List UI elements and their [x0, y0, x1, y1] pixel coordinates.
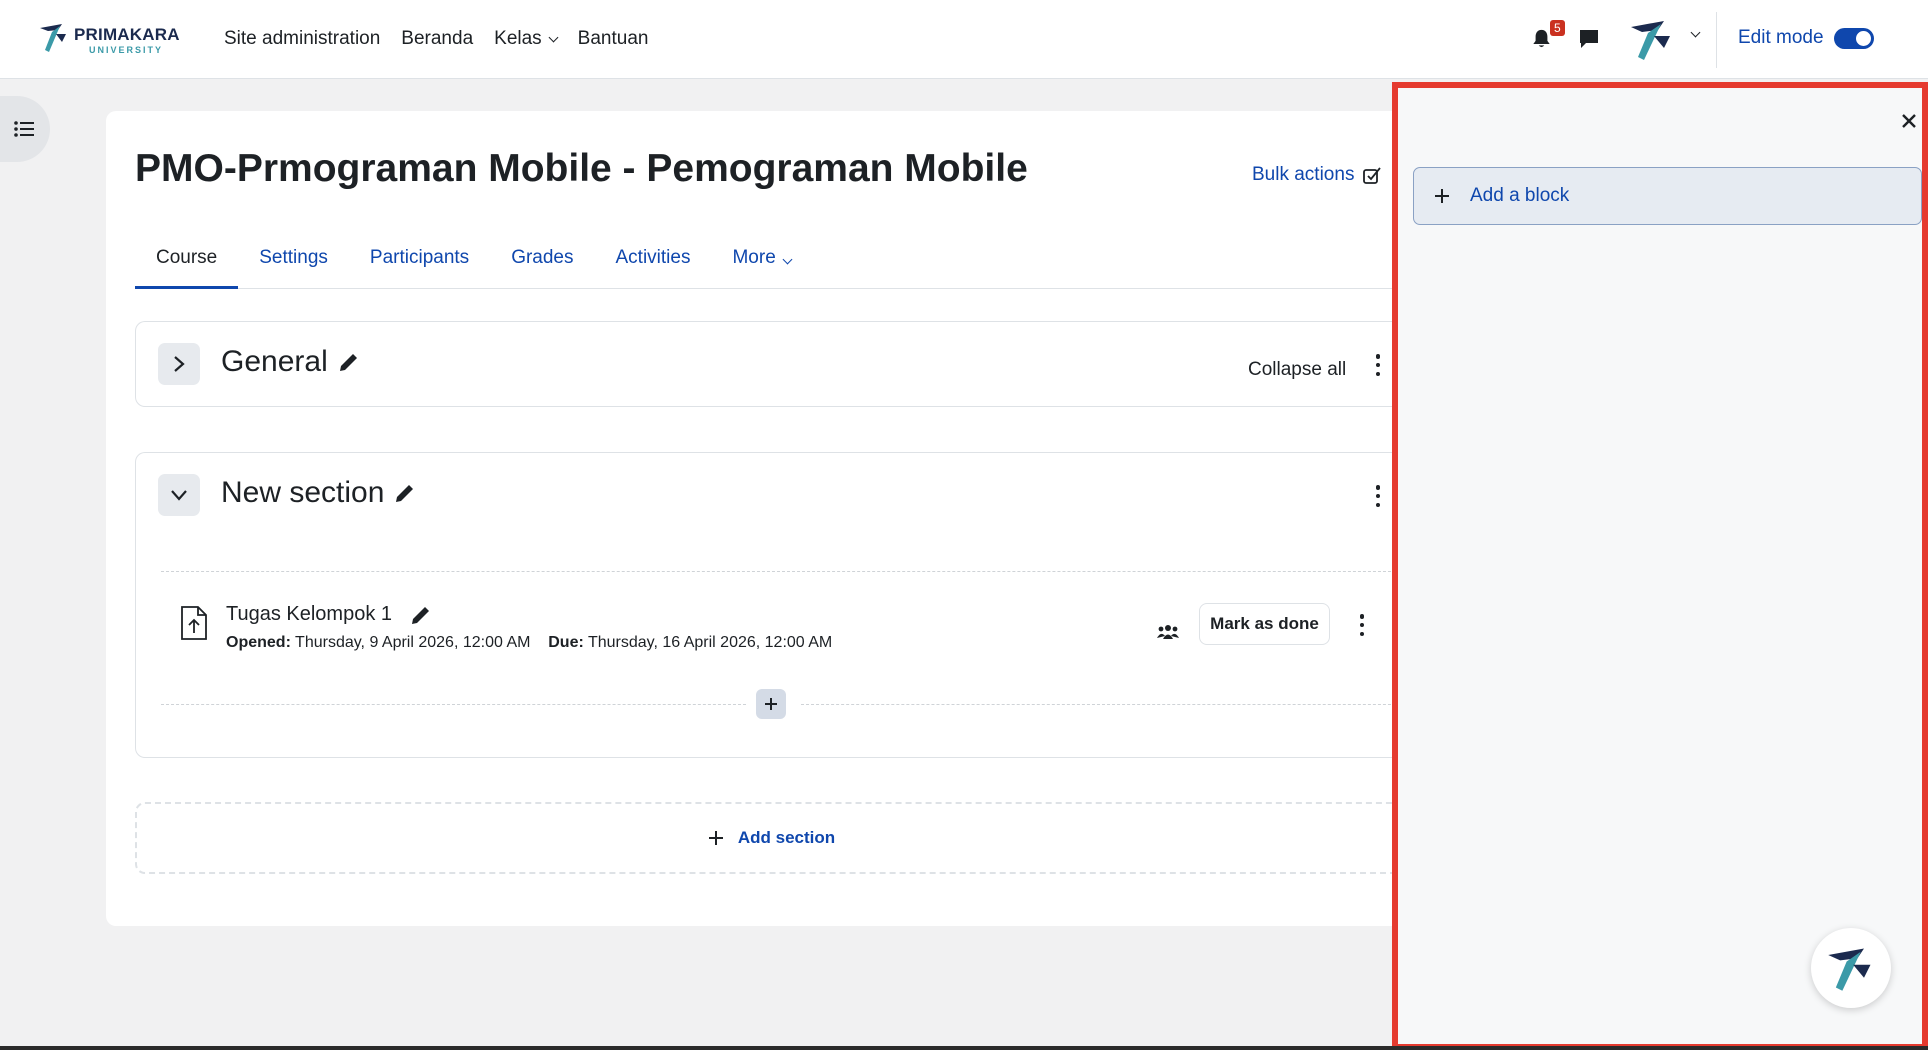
plus-icon [708, 831, 723, 845]
section-expand-button[interactable] [158, 343, 200, 385]
plus-icon [1435, 189, 1449, 203]
section-title: New section [221, 476, 416, 510]
pencil-icon[interactable] [338, 351, 360, 373]
chevron-down-icon [171, 490, 187, 501]
nav-kelas[interactable]: Kelas [494, 28, 559, 50]
top-navbar: PRIMAKARA UNIVERSITY Site administration… [0, 0, 1928, 79]
course-tabs: Course Settings Participants Grades Acti… [135, 235, 1406, 289]
tab-grades[interactable]: Grades [490, 235, 594, 289]
nav-site-administration[interactable]: Site administration [224, 28, 380, 50]
navbar-divider [1716, 12, 1717, 68]
section-title: General [221, 345, 360, 379]
group-icon[interactable] [1157, 623, 1179, 641]
kebab-icon[interactable] [1375, 354, 1381, 376]
add-section-label: Add section [737, 828, 836, 847]
collapse-all-link[interactable]: Collapse all [1248, 359, 1346, 381]
bell-icon[interactable] [1532, 29, 1551, 49]
brand-logo[interactable]: PRIMAKARA UNIVERSITY [38, 20, 180, 58]
mark-as-done-button[interactable]: Mark as done [1199, 603, 1330, 645]
due-label: Due: [548, 634, 584, 651]
user-avatar[interactable] [1628, 16, 1676, 62]
add-activity-button[interactable] [756, 689, 786, 719]
add-block-button[interactable]: Add a block [1413, 167, 1922, 225]
bulk-edit-icon [1363, 167, 1382, 184]
brand-subtitle: UNIVERSITY [89, 45, 164, 55]
block-drawer: Add a block [1392, 82, 1928, 1050]
section-collapse-button[interactable] [158, 474, 200, 516]
notification-badge: 5 [1550, 20, 1565, 36]
course-index-icon [14, 121, 34, 137]
bulk-actions-button[interactable]: Bulk actions [1252, 164, 1382, 186]
assistant-fab[interactable] [1811, 928, 1891, 1008]
opened-value: Thursday, 9 April 2026, 12:00 AM [295, 634, 531, 651]
add-block-label: Add a block [1470, 185, 1570, 206]
brand-mark-icon [1828, 948, 1871, 991]
add-activity-divider-right [801, 704, 1406, 705]
chevron-down-icon [548, 32, 559, 42]
nav-beranda[interactable]: Beranda [401, 28, 473, 50]
avatar-logo-icon [1631, 21, 1670, 60]
tab-more[interactable]: More [711, 235, 811, 289]
activity-dates: Opened: Thursday, 9 April 2026, 12:00 AM… [226, 634, 832, 652]
chevron-right-icon [174, 356, 185, 372]
close-icon[interactable] [1901, 113, 1917, 129]
plus-icon [765, 698, 777, 710]
pencil-icon[interactable] [410, 604, 432, 626]
tab-more-label: More [732, 247, 776, 268]
tab-participants[interactable]: Participants [349, 235, 490, 289]
opened-label: Opened: [226, 634, 291, 651]
add-activity-divider-left [161, 704, 746, 705]
activity-divider [161, 571, 1406, 572]
add-section-button[interactable]: Add section [135, 802, 1406, 874]
course-content-card: PMO-Prmograman Mobile - Pemograman Mobil… [106, 111, 1406, 926]
page-title: PMO-Prmograman Mobile - Pemograman Mobil… [135, 147, 1028, 190]
section-new: New section Tugas Kelompok 1 Opened: Thu… [135, 452, 1406, 758]
upload-file-icon [181, 606, 207, 640]
edit-mode-label: Edit mode [1738, 27, 1824, 48]
brand-mark-icon [40, 24, 66, 52]
user-menu-chevron-icon[interactable] [1690, 27, 1701, 38]
bulk-actions-label: Bulk actions [1252, 164, 1355, 185]
tab-activities[interactable]: Activities [595, 235, 712, 289]
section-general-name: General [221, 345, 328, 378]
nav-bantuan[interactable]: Bantuan [578, 28, 649, 50]
bottom-edge [0, 1046, 1928, 1050]
chevron-down-icon [782, 254, 793, 265]
activity-name[interactable]: Tugas Kelompok 1 [226, 603, 392, 626]
activity-title[interactable]: Tugas Kelompok 1 [226, 603, 432, 626]
section-general: General Collapse all [135, 321, 1406, 407]
nav-kelas-label: Kelas [494, 28, 542, 49]
tab-course[interactable]: Course [135, 235, 239, 289]
tab-settings[interactable]: Settings [238, 235, 349, 289]
edit-mode-toggle[interactable] [1834, 28, 1874, 49]
course-index-toggle[interactable] [0, 96, 50, 162]
pencil-icon[interactable] [394, 482, 416, 504]
section-new-name: New section [221, 476, 385, 509]
brand-name: PRIMAKARA [74, 25, 180, 44]
kebab-icon[interactable] [1359, 614, 1365, 636]
due-value: Thursday, 16 April 2026, 12:00 AM [587, 634, 833, 651]
kebab-icon[interactable] [1375, 485, 1381, 507]
chat-icon[interactable] [1578, 28, 1600, 50]
